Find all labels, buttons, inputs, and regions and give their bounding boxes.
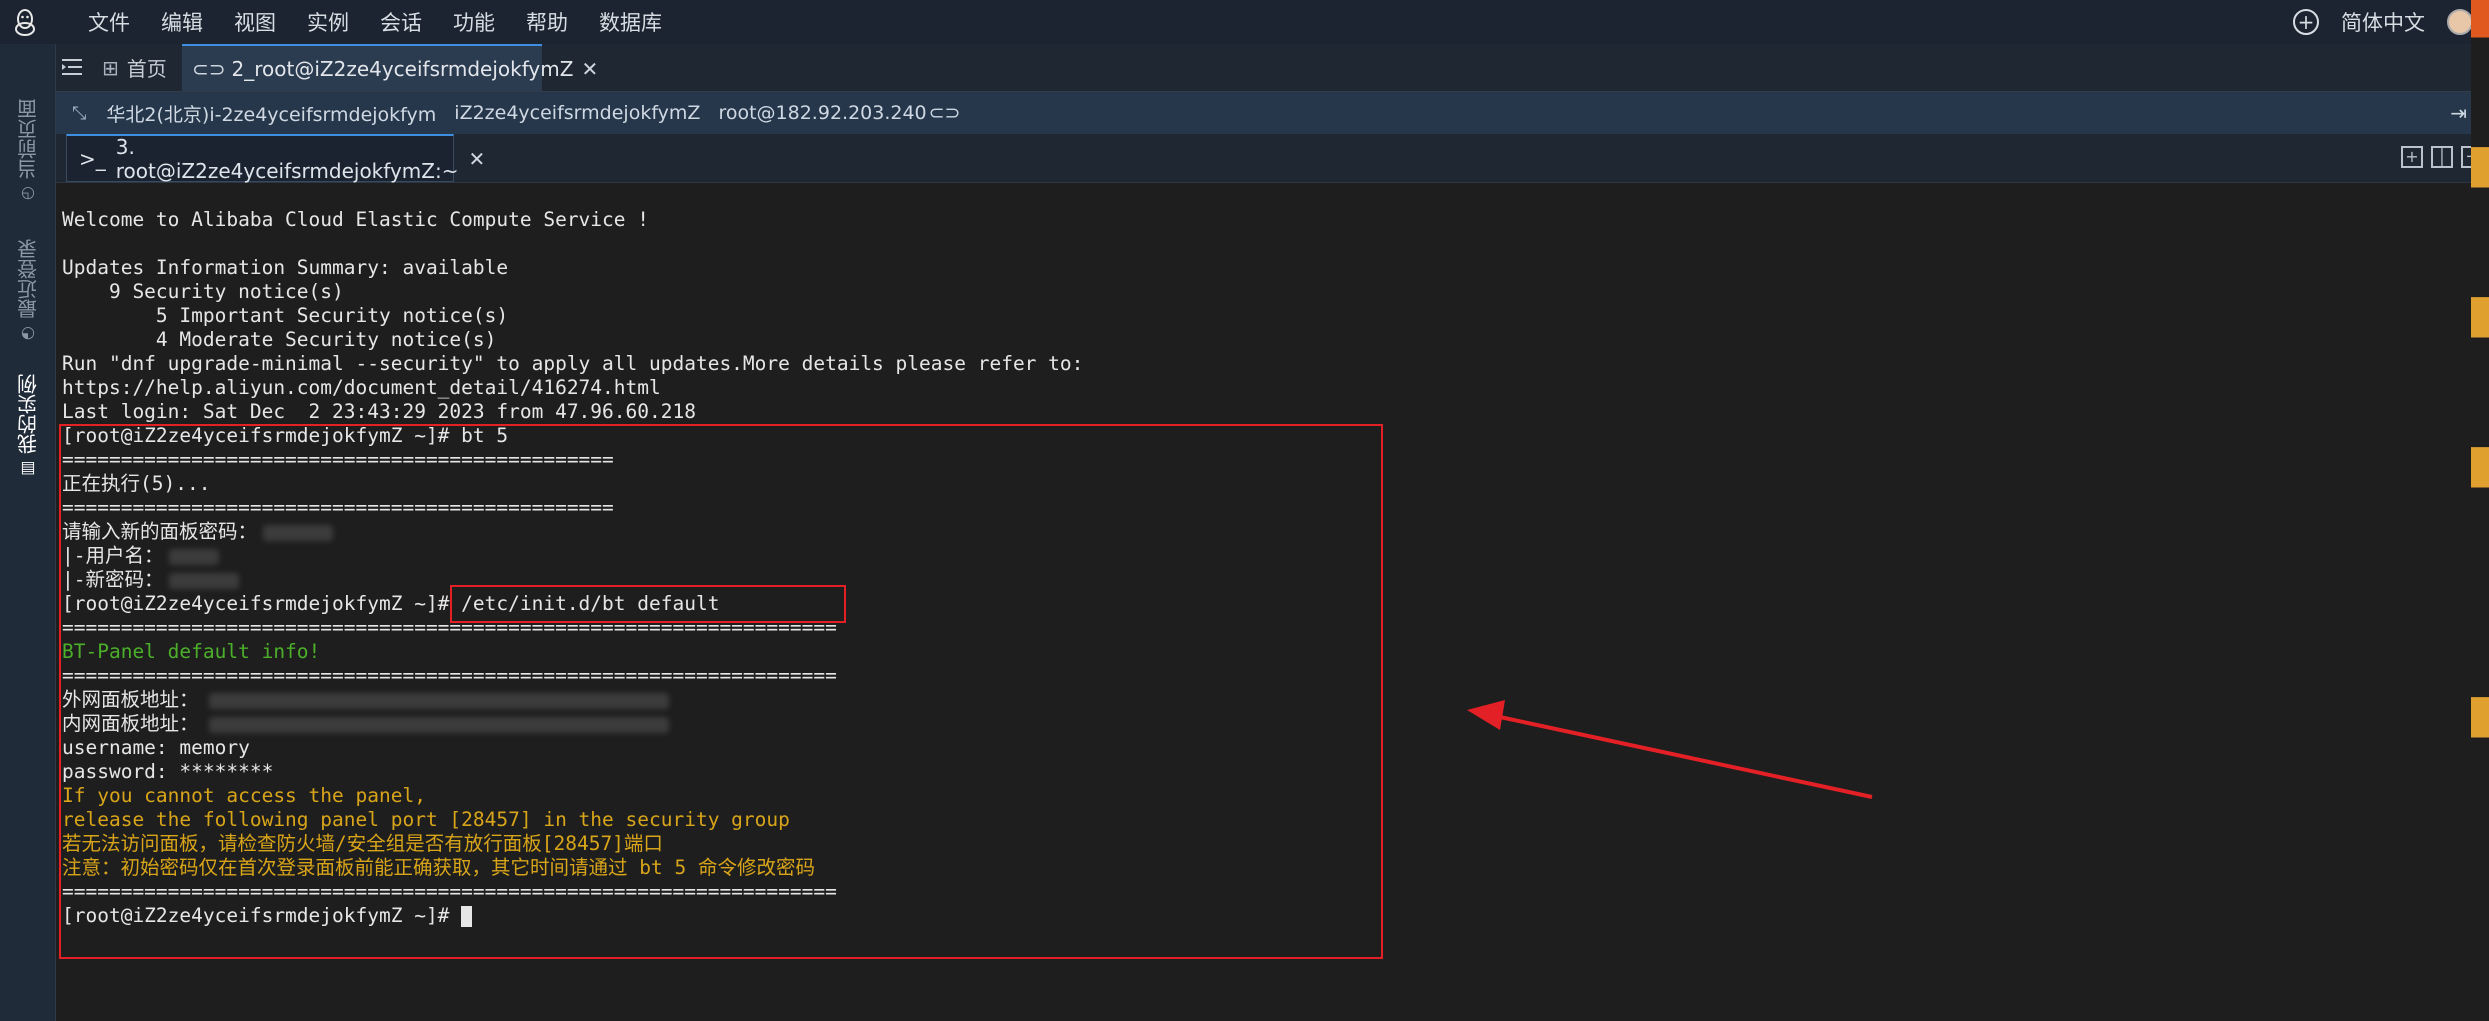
hostname: iZ2ze4yceifsrmdejokfymZ (454, 102, 701, 124)
menu-file[interactable]: 文件 (88, 7, 130, 37)
list-icon[interactable] (60, 56, 86, 78)
left-sidebar: ◷ 当前页面 ◔ 最近登录 ▤ 我的实例 (0, 44, 56, 1021)
tab-home-label: 首页 (126, 57, 167, 81)
close-icon[interactable]: ✕ (581, 57, 598, 81)
terminal-line: 4 Moderate Security notice(s) (62, 328, 497, 351)
sidebar-item-current-page[interactable]: ◷ 当前页面 (8, 74, 48, 204)
terminal-line: Updates Information Summary: available (62, 256, 509, 279)
region-instance: 华北2(北京)i-2ze4yceifsrmdejokfym (106, 103, 437, 126)
sidebar-item-recent-login[interactable]: ◔ 最近登录 (8, 214, 48, 344)
grid-icon: ⊞ (102, 55, 119, 80)
tab-session[interactable]: ⊂⊃ 2_root@iZ2ze4yceifsrmdejokfymZ ✕ (182, 44, 598, 91)
connection-info-bar: ⤡ 华北2(北京)i-2ze4yceifsrmdejokfym iZ2ze4yc… (56, 92, 2489, 134)
sidebar-item-label: 最近登录 (16, 239, 41, 319)
server-icon: ▤ (18, 460, 38, 479)
linux-penguin-icon (12, 8, 38, 36)
expand-icon[interactable]: ⤡ (72, 103, 86, 124)
terminal-line: Welcome to Alibaba Cloud Elastic Compute… (62, 208, 649, 231)
prompt-icon: >_ (79, 146, 106, 171)
highlight-box-command (450, 585, 846, 623)
terminal-line: Run "dnf upgrade-minimal --security" to … (62, 352, 1084, 375)
exit-icon[interactable]: ⇥ (2450, 101, 2467, 125)
terminal-tab-bar: >_ 3. root@iZ2ze4yceifsrmdejokfymZ:~ ✕ +… (56, 134, 2489, 183)
menu-bar: 文件 编辑 视图 实例 会话 功能 帮助 数据库 + 简体中文 (0, 0, 2489, 44)
tab-home[interactable]: ⊞ 首页 (102, 44, 167, 91)
split-controls: + │ ─ (2393, 146, 2483, 168)
avatar[interactable] (2447, 9, 2473, 35)
terminal-line: Last login: Sat Dec 2 23:43:29 2023 from… (62, 400, 696, 423)
sidebar-item-my-instances[interactable]: ▤ 我的实例 (8, 349, 48, 479)
terminal-line: 9 Security notice(s) (62, 280, 344, 303)
menu-instance[interactable]: 实例 (307, 7, 349, 37)
menu-features[interactable]: 功能 (453, 7, 495, 37)
main-menu: 文件 编辑 视图 实例 会话 功能 帮助 数据库 (88, 0, 693, 44)
clock-icon: ◷ (18, 185, 38, 204)
sidebar-item-label: 当前页面 (16, 99, 41, 179)
tab-session-label: 2_root@iZ2ze4yceifsrmdejokfymZ (231, 56, 574, 81)
menu-right: + 简体中文 (2293, 0, 2489, 44)
sidebar-item-label: 我的实例 (16, 374, 41, 454)
right-edge-overlay: █ █ █ █ █ (2471, 0, 2489, 1021)
plus-circle-icon[interactable]: + (2293, 9, 2319, 35)
tab-terminal[interactable]: >_ 3. root@iZ2ze4yceifsrmdejokfymZ:~ ✕ (66, 134, 485, 183)
menu-view[interactable]: 视图 (234, 7, 276, 37)
menu-session[interactable]: 会话 (380, 7, 422, 37)
link-icon: ⊂⊃ (192, 56, 226, 81)
close-icon[interactable]: ✕ (468, 147, 485, 171)
menu-help[interactable]: 帮助 (526, 7, 568, 37)
highlight-box-output (59, 424, 1383, 959)
menu-edit[interactable]: 编辑 (161, 7, 203, 37)
menu-database[interactable]: 数据库 (599, 7, 662, 37)
language-selector[interactable]: 简体中文 (2341, 7, 2425, 37)
user-ip: root@182.92.203.240 (718, 102, 927, 124)
terminal-line: 5 Important Security notice(s) (62, 304, 509, 327)
split-add-icon[interactable]: + (2401, 146, 2423, 168)
session-tab-bar: ⊞ 首页 ⊂⊃ 2_root@iZ2ze4yceifsrmdejokfymZ ✕ (56, 44, 2489, 92)
link-icon[interactable]: ⊂⊃ (929, 102, 961, 124)
terminal-line: https://help.aliyun.com/document_detail/… (62, 376, 661, 399)
tab-terminal-label: 3. root@iZ2ze4yceifsrmdejokfymZ:~ (115, 134, 459, 183)
split-vertical-icon[interactable]: │ (2431, 146, 2453, 168)
history-icon: ◔ (18, 325, 38, 344)
